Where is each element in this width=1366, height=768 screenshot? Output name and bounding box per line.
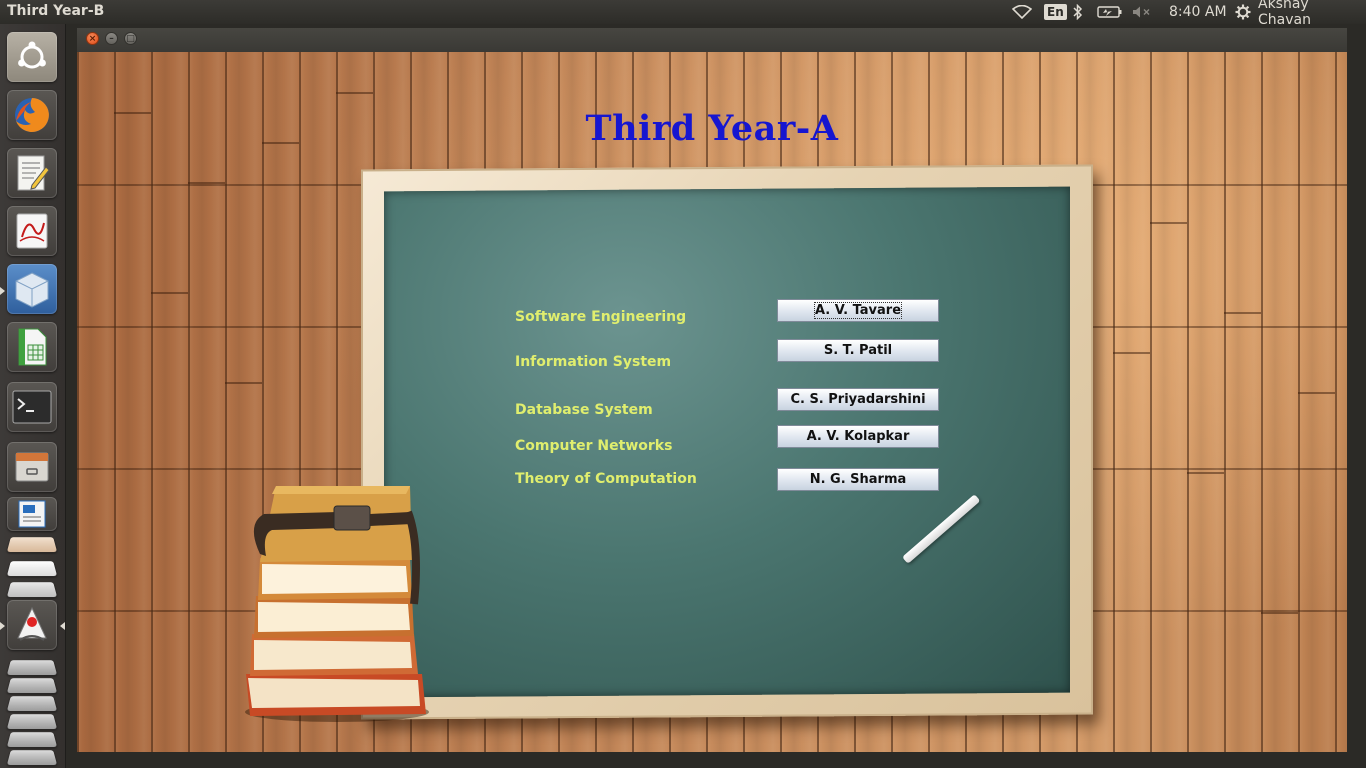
bluetooth-icon[interactable] (1073, 0, 1083, 24)
spreadsheet-icon[interactable] (7, 322, 57, 372)
subject-label: Theory of Computation (515, 471, 697, 487)
teacher-button-theory-of-computation[interactable]: N. G. Sharma (777, 468, 939, 491)
ubuntu-home-icon[interactable] (7, 32, 57, 82)
writer-icon[interactable] (7, 497, 57, 531)
launcher (0, 24, 66, 768)
teacher-button-information-system[interactable]: S. T. Patil (777, 339, 939, 362)
keyboard-language-icon[interactable]: En (1044, 0, 1067, 24)
launcher-stack-icon[interactable] (6, 714, 58, 730)
chalkboard-frame (361, 164, 1093, 720)
teacher-button-computer-networks[interactable]: A. V. Kolapkar (777, 425, 939, 448)
launcher-stack-icon[interactable] (6, 696, 58, 712)
teacher-name: A. V. Tavare (813, 302, 903, 319)
app-window: × – □ Third Year-A Software Engineering … (77, 28, 1347, 752)
maximize-button[interactable]: □ (124, 32, 137, 45)
launcher-stack-icon[interactable] (6, 732, 58, 748)
teacher-name: S. T. Patil (823, 343, 893, 358)
terminal-icon[interactable] (7, 382, 57, 432)
text-editor-icon[interactable] (7, 148, 57, 198)
launcher-app-icon[interactable] (6, 582, 58, 598)
subject-label: Computer Networks (515, 438, 673, 454)
top-panel: Third Year-B En 8:40 AM Akshay Chavan (0, 0, 1366, 28)
running-indicator (0, 287, 5, 295)
document-viewer-icon[interactable] (7, 206, 57, 256)
virtualbox-icon[interactable] (7, 264, 57, 314)
file-manager-icon[interactable] (7, 442, 57, 492)
books-icon (242, 484, 432, 722)
running-indicator (0, 622, 5, 630)
user-name[interactable]: Akshay Chavan (1258, 0, 1366, 28)
teacher-name: A. V. Kolapkar (806, 429, 910, 444)
impress-icon[interactable] (6, 537, 58, 553)
launcher-stack-icon[interactable] (6, 750, 58, 766)
java-app-icon[interactable] (7, 600, 57, 650)
launcher-stack-icon[interactable] (6, 660, 58, 676)
clock[interactable]: 8:40 AM (1169, 0, 1227, 24)
window-title: Third Year-B (7, 3, 105, 19)
focused-indicator (60, 622, 65, 630)
subject-label: Database System (515, 402, 653, 418)
volume-muted-icon[interactable] (1132, 0, 1152, 24)
firefox-icon[interactable] (7, 90, 57, 140)
subject-label: Software Engineering (515, 309, 687, 325)
teacher-name: C. S. Priyadarshini (790, 392, 926, 407)
page-title: Third Year-A (585, 108, 839, 149)
language-label: En (1044, 4, 1067, 20)
battery-icon[interactable] (1097, 0, 1123, 24)
chalkboard (384, 186, 1070, 698)
wood-background: Third Year-A Software Engineering Inform… (77, 52, 1347, 752)
gear-icon[interactable] (1235, 0, 1251, 24)
teacher-name: N. G. Sharma (809, 472, 907, 487)
window-titlebar[interactable]: × – □ (77, 28, 1347, 52)
amazon-icon[interactable] (6, 561, 58, 577)
subject-label: Information System (515, 354, 672, 370)
launcher-stack-icon[interactable] (6, 678, 58, 694)
close-button[interactable]: × (86, 32, 99, 45)
teacher-button-software-engineering[interactable]: A. V. Tavare (777, 299, 939, 322)
minimize-button[interactable]: – (105, 32, 118, 45)
teacher-button-database-system[interactable]: C. S. Priyadarshini (777, 388, 939, 411)
wifi-icon[interactable] (1012, 0, 1032, 24)
